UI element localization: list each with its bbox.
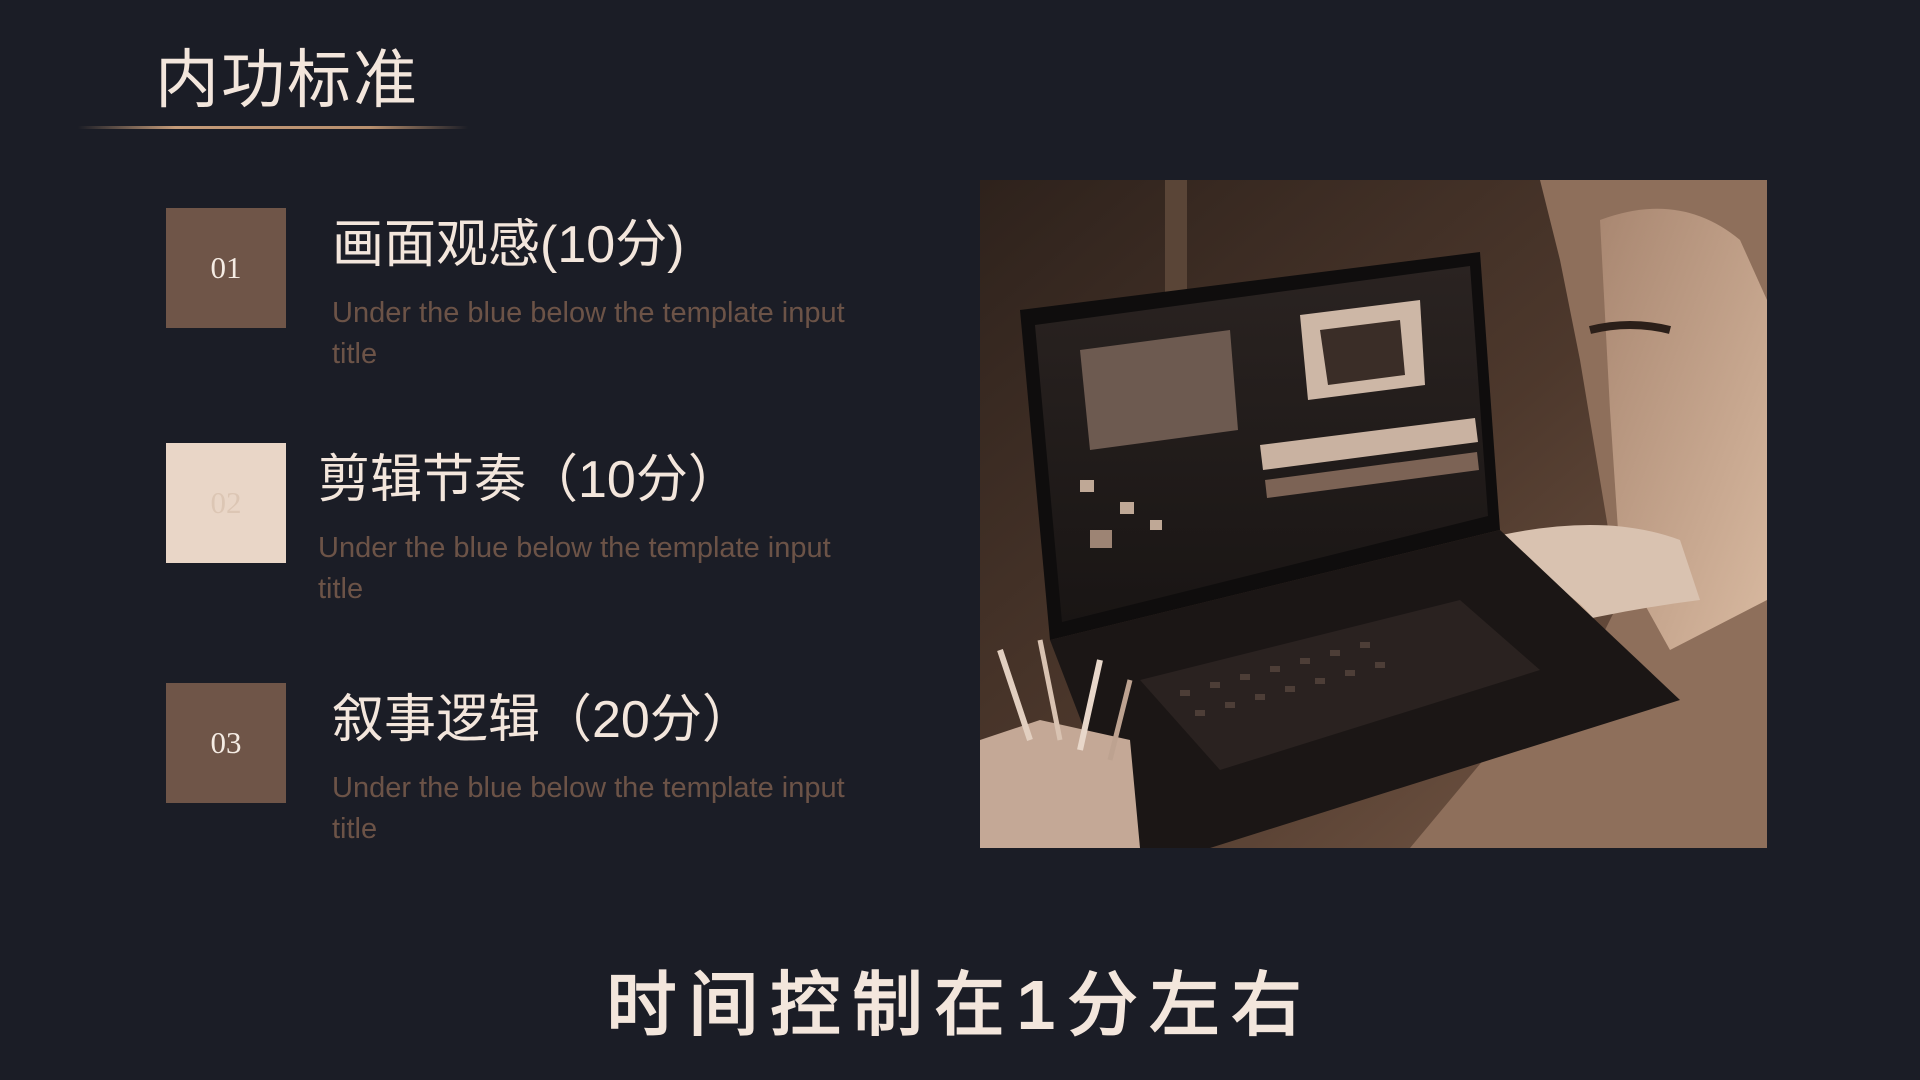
item-number-badge: 03 [166, 683, 286, 803]
title-underline [78, 126, 468, 129]
list-item-02: 02 剪辑节奏（10分） Under the blue below the te… [0, 440, 900, 620]
laptop-illustration [980, 180, 1767, 848]
item-description: Under the blue below the template input … [332, 297, 845, 370]
item-number-badge: 01 [166, 208, 286, 328]
list-item-03: 03 叙事逻辑（20分） Under the blue below the te… [0, 680, 900, 860]
item-number-badge: 02 [166, 443, 286, 563]
list-item-01: 01 画面观感(10分) Under the blue below the te… [0, 205, 900, 385]
item-description: Under the blue below the template input … [332, 772, 845, 845]
footer-caption: 时间控制在1分左右 [606, 966, 1314, 1044]
item-title: 画面观感(10分) [332, 216, 685, 274]
item-title: 叙事逻辑（20分） [332, 691, 754, 749]
slide-title: 内功标准 [155, 44, 419, 116]
item-description: Under the blue below the template input … [318, 532, 831, 605]
laptop-editing-photo [980, 180, 1767, 848]
item-title: 剪辑节奏（10分） [318, 451, 740, 509]
